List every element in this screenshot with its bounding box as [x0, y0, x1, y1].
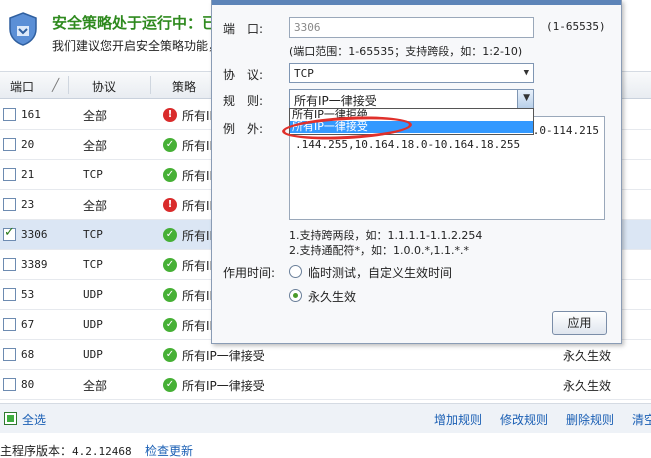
- header-strategy[interactable]: 策略: [172, 78, 196, 95]
- rule-select[interactable]: 所有IP一律接受 ▼: [289, 89, 534, 109]
- select-all-icon[interactable]: [4, 412, 17, 425]
- check-update-link[interactable]: 检查更新: [145, 442, 193, 458]
- check-icon: ✓: [163, 348, 177, 362]
- clear-link[interactable]: 清空: [632, 411, 651, 428]
- banner-subtitle: 我们建议您开启安全策略功能，: [52, 39, 221, 53]
- chevron-down-icon[interactable]: ▼: [524, 68, 529, 78]
- radio-temporary-label[interactable]: 临时测试，自定义生效时间: [308, 264, 452, 281]
- row-port: 67: [21, 318, 35, 331]
- column-divider: [150, 76, 151, 94]
- check-icon: ✓: [163, 288, 177, 302]
- check-icon: ✓: [163, 318, 177, 332]
- edit-rule-dialog: 端 口: 3306 (1-65535) (端口范围：1-65535；支持跨段，如…: [211, 0, 622, 344]
- row-protocol: 全部: [83, 109, 108, 123]
- row-checkbox[interactable]: [3, 318, 16, 331]
- header-protocol[interactable]: 协议: [92, 78, 116, 95]
- port-label: 端 口:: [223, 22, 264, 36]
- dropdown-button[interactable]: ▼: [517, 90, 533, 108]
- row-checkbox[interactable]: [3, 378, 16, 391]
- row-checkbox[interactable]: [3, 225, 16, 241]
- header-port[interactable]: 端口: [10, 78, 34, 95]
- row-protocol: TCP: [83, 228, 103, 241]
- row-strategy: 所有IP一律接受: [182, 349, 265, 363]
- row-effect: 永久生效: [563, 379, 612, 393]
- row-port: 20: [21, 138, 35, 151]
- row-protocol: 全部: [83, 379, 108, 393]
- port-range: (1-65535): [546, 20, 606, 33]
- add-rule-link[interactable]: 增加规则: [434, 411, 482, 428]
- tip-wildcard: 2.支持通配符*，如：1.0.0.*,1.1.*.*: [289, 244, 469, 257]
- radio-temporary[interactable]: [289, 265, 302, 278]
- row-protocol: UDP: [83, 288, 103, 301]
- row-protocol: UDP: [83, 348, 103, 361]
- row-port: 53: [21, 288, 35, 301]
- alert-icon: !: [163, 108, 177, 122]
- table-row[interactable]: 68 UDP ✓ 所有IP一律接受 永久生效: [0, 340, 651, 370]
- sort-icon: ╱: [52, 78, 60, 92]
- check-icon: ✓: [163, 258, 177, 272]
- exception-label: 例 外:: [223, 122, 264, 136]
- row-port: 23: [21, 198, 35, 211]
- protocol-label: 协 议:: [223, 68, 264, 82]
- rule-value: 所有IP一律接受: [294, 94, 377, 108]
- check-icon: ✓: [163, 168, 177, 182]
- check-icon: ✓: [163, 378, 177, 392]
- row-checkbox[interactable]: [3, 168, 16, 181]
- banner-title: 安全策略处于运行中：已: [52, 14, 218, 32]
- protocol-select[interactable]: TCP ▼: [289, 63, 534, 83]
- version-label: 主程序版本：: [0, 444, 73, 458]
- edit-rule-link[interactable]: 修改规则: [500, 411, 548, 428]
- shield-icon: [9, 12, 37, 46]
- select-all-link[interactable]: 全选: [22, 411, 46, 428]
- chevron-down-icon: ▼: [523, 93, 530, 103]
- protocol-value: TCP: [294, 67, 314, 80]
- row-protocol: TCP: [83, 258, 103, 271]
- row-port: 3389: [21, 258, 48, 271]
- row-checkbox[interactable]: [3, 348, 16, 361]
- exception-text-line: .144.255,10.164.18.0-10.164.18.255: [295, 138, 521, 151]
- row-port: 68: [21, 348, 35, 361]
- delete-rule-link[interactable]: 删除规则: [566, 411, 614, 428]
- exception-text-line: 4.0-114.215: [526, 124, 599, 137]
- version-info: 主程序版本：4.2.12468: [0, 442, 132, 458]
- row-protocol: TCP: [83, 168, 103, 181]
- dialog-title-bar: [212, 0, 621, 5]
- row-strategy: 所有IP一律接受: [182, 379, 265, 393]
- row-port: 80: [21, 378, 35, 391]
- row-checkbox[interactable]: [3, 288, 16, 301]
- radio-permanent-label[interactable]: 永久生效: [308, 288, 356, 305]
- row-checkbox[interactable]: [3, 138, 16, 151]
- row-effect: 永久生效: [563, 349, 612, 363]
- check-icon: ✓: [163, 228, 177, 242]
- port-hint: (端口范围：1-65535；支持跨段，如：1:2-10): [289, 45, 523, 58]
- row-port: 161: [21, 108, 41, 121]
- row-protocol: UDP: [83, 318, 103, 331]
- radio-permanent[interactable]: [289, 289, 302, 302]
- alert-icon: !: [163, 198, 177, 212]
- tip-range: 1.支持跨两段，如：1.1.1.1-1.1.2.254: [289, 229, 483, 242]
- row-checkbox[interactable]: [3, 258, 16, 271]
- apply-button[interactable]: 应用: [552, 311, 607, 335]
- version-number: 4.2.12468: [72, 445, 132, 458]
- row-port: 21: [21, 168, 35, 181]
- row-checkbox[interactable]: [3, 198, 16, 211]
- time-label: 作用时间:: [223, 266, 276, 280]
- row-protocol: 全部: [83, 199, 108, 213]
- row-port: 3306: [21, 228, 48, 241]
- port-input[interactable]: 3306: [289, 17, 534, 38]
- check-icon: ✓: [163, 138, 177, 152]
- table-row[interactable]: 80 全部 ✓ 所有IP一律接受 永久生效: [0, 370, 651, 400]
- row-checkbox[interactable]: [3, 108, 16, 121]
- column-divider: [68, 76, 69, 94]
- row-protocol: 全部: [83, 139, 108, 153]
- rule-label: 规 则:: [223, 94, 264, 108]
- table-footer: 全选 增加规则 修改规则 删除规则 清空: [0, 403, 651, 433]
